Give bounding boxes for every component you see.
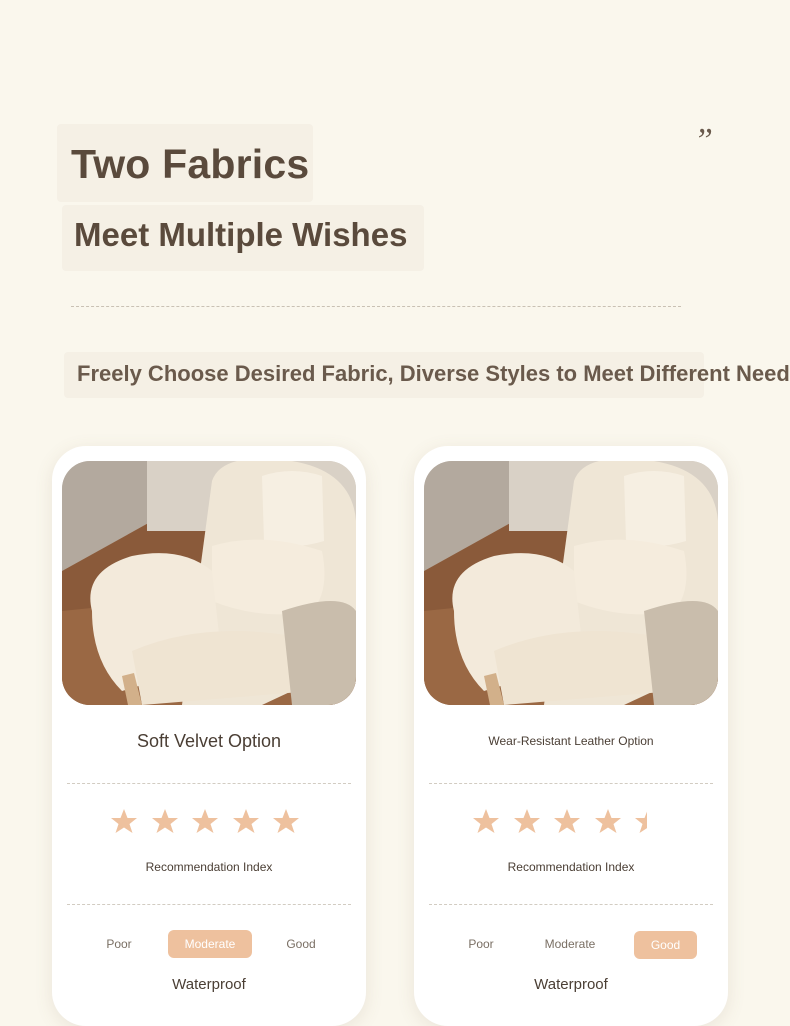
fabric-card-velvet: Soft Velvet Option Recommendation Index … — [52, 446, 366, 1026]
star-icon — [192, 809, 218, 833]
star-icon — [473, 809, 499, 833]
scale-good-selected: Good — [634, 931, 697, 959]
rating-scale: Poor Moderate Good — [414, 930, 728, 959]
star-icon — [514, 809, 540, 833]
star-icon — [595, 809, 621, 833]
card-divider — [67, 783, 351, 784]
armchair-photo — [424, 461, 718, 705]
scale-poor: Poor — [468, 937, 494, 951]
star-icon — [111, 809, 137, 833]
scale-moderate: Moderate — [544, 937, 596, 951]
card-divider — [67, 904, 351, 905]
fabric-card-leather: Wear-Resistant Leather Option Recommenda… — [414, 446, 728, 1026]
card-divider — [429, 904, 713, 905]
stars-icon — [111, 809, 299, 833]
tagline: Freely Choose Desired Fabric, Diverse St… — [77, 361, 790, 386]
scale-moderate-selected: Moderate — [168, 930, 252, 958]
option-name: Soft Velvet Option — [136, 731, 282, 751]
option-name: Wear-Resistant Leather Option — [488, 734, 654, 748]
attribute-label: Waterproof — [534, 976, 608, 993]
star-icon — [233, 809, 259, 833]
page-title: Two Fabrics — [71, 141, 310, 187]
scale-good: Good — [286, 937, 316, 951]
rating-scale: Poor Moderate Good — [52, 930, 366, 958]
scale-poor: Poor — [106, 937, 132, 951]
star-icon — [152, 809, 178, 833]
recommendation-label: Recommendation Index — [145, 860, 273, 874]
star-rating — [52, 807, 366, 837]
half-star-icon — [635, 811, 647, 833]
header-divider — [71, 306, 681, 307]
card-divider — [429, 783, 713, 784]
page-subtitle: Meet Multiple Wishes — [74, 216, 408, 253]
attribute-label: Waterproof — [172, 976, 246, 993]
star-rating — [414, 807, 728, 837]
stars-icon — [473, 809, 647, 833]
recommendation-label: Recommendation Index — [507, 860, 635, 874]
armchair-photo — [62, 461, 356, 705]
star-icon — [273, 809, 299, 833]
star-icon — [554, 809, 580, 833]
quote-mark-icon: ” — [694, 122, 713, 159]
